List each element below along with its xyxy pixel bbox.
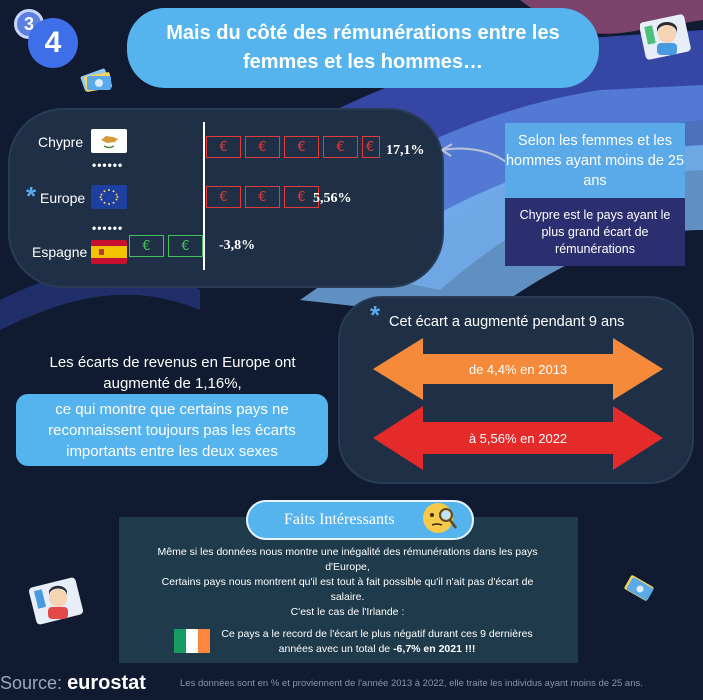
euro-bill-chypre: € (323, 136, 358, 158)
europe-increase-text: Les écarts de revenus en Europe ont augm… (49, 354, 296, 392)
thinking-face-magnifier-icon (423, 503, 457, 533)
ireland-fact-text: Ce pays a le record de l'écart le plus n… (221, 628, 533, 655)
arrow-label-2022: à 5,56% en 2022 (468, 431, 568, 446)
source-label: Source: (0, 673, 63, 693)
euro-bill-europe: € (206, 186, 241, 208)
euro-bill-chypre: € (245, 136, 280, 158)
money-stack-icon (624, 575, 654, 601)
facts-paragraph-1: Même si les données nous montre une inég… (157, 546, 538, 573)
data-footnote: Les données sont en % et proviennent de … (180, 678, 643, 689)
value-label-espagne: -3,8% (219, 238, 256, 253)
facts-paragraph-2: Certains pays nous montrent qu'il est to… (161, 576, 534, 603)
euro-bill-chypre: € (206, 136, 241, 158)
arrow-label-2013: de 4,4% en 2013 (468, 362, 568, 377)
europe-increase-highlight: ce qui montre que certains pays ne recon… (16, 394, 328, 466)
value-label-europe: 5,56% (313, 191, 352, 206)
facts-heading-label: Faits Intéressants (284, 511, 395, 528)
euro-bill-chypre: € (284, 136, 319, 158)
ireland-flag-icon (174, 629, 210, 653)
value-label-chypre: 17,1% (386, 143, 425, 158)
facts-paragraph-3: C'est le cas de l'Irlande : (290, 606, 405, 618)
source-credit: Source: eurostat (0, 672, 146, 695)
euro-bill-espagne: € (168, 235, 203, 257)
side-panel-criteria: Selon les femmes et les hommes ayant moi… (505, 123, 685, 198)
pointer-arrow-icon (441, 143, 507, 163)
ireland-fact-value: -6,7% en 2021 !!! (393, 643, 476, 655)
euro-bill-espagne: € (129, 235, 164, 257)
euro-bill-europe: € (245, 186, 280, 208)
ireland-fact: Ce pays a le record de l'écart le plus n… (212, 627, 542, 657)
euro-bill-chypre: € (362, 136, 380, 158)
facts-body: Même si les données nous montre une inég… (150, 545, 545, 620)
man-avatar-icon (28, 577, 84, 625)
infographic: 3 4 Mais du côté des rémunérations entre… (0, 0, 703, 700)
side-panel-conclusion: Chypre est le pays ayant le plus grand é… (505, 198, 685, 266)
growth-title: Cet écart a augmenté pendant 9 ans (389, 314, 625, 330)
growth-asterisk: * (370, 300, 381, 330)
source-name: eurostat (67, 672, 146, 694)
